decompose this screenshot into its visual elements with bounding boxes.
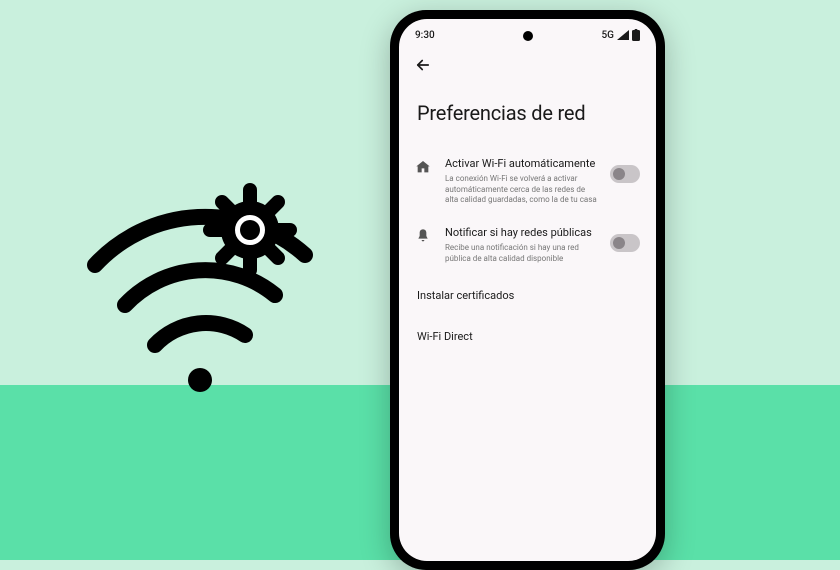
signal-icon	[617, 30, 629, 40]
setting-install-certs[interactable]: Instalar certificados	[399, 275, 656, 316]
network-label: 5G	[602, 30, 615, 41]
battery-icon	[632, 29, 640, 41]
toggle-public-notify[interactable]	[610, 234, 640, 252]
page-title: Preferencias de red	[399, 75, 656, 147]
setting-auto-wifi-desc: La conexión Wi-Fi se volverá a activar a…	[445, 174, 598, 206]
setting-public-notify[interactable]: Notificar si hay redes públicas Recibe u…	[399, 216, 656, 274]
setting-auto-wifi[interactable]: Activar Wi-Fi automáticamente La conexió…	[399, 147, 656, 216]
status-time: 9:30	[415, 30, 435, 41]
setting-public-notify-title: Notificar si hay redes públicas	[445, 226, 598, 241]
camera-punch-hole	[523, 31, 533, 41]
setting-public-notify-desc: Recibe una notificación si hay una red p…	[445, 243, 598, 265]
phone-frame: 9:30 5G Preferencias de red Activar Wi-F…	[390, 10, 665, 570]
setting-wifi-direct[interactable]: Wi-Fi Direct	[399, 316, 656, 357]
back-button[interactable]	[413, 55, 433, 75]
setting-auto-wifi-title: Activar Wi-Fi automáticamente	[445, 157, 598, 172]
bell-icon	[415, 226, 433, 248]
phone-screen: 9:30 5G Preferencias de red Activar Wi-F…	[399, 19, 656, 561]
toggle-auto-wifi[interactable]	[610, 165, 640, 183]
wifi-settings-icon	[75, 155, 335, 415]
home-wifi-icon	[415, 157, 433, 179]
